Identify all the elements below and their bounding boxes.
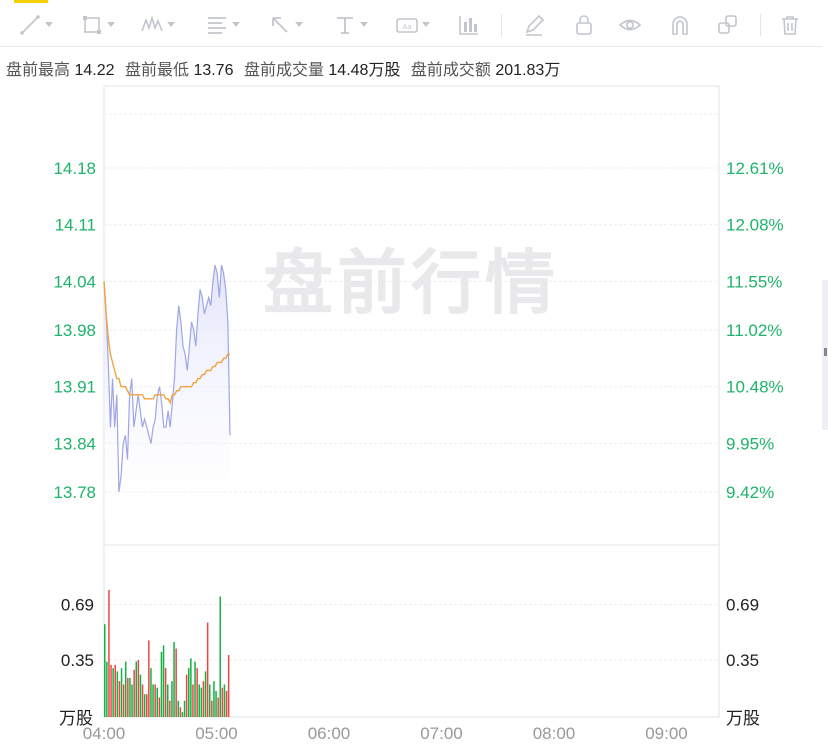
volume-bar xyxy=(198,684,200,717)
volume-bar xyxy=(202,681,205,717)
volume-bar xyxy=(118,681,121,717)
volume-bar xyxy=(196,668,198,717)
volume-bar xyxy=(169,700,171,717)
volume-tick-label-right: 0.69 xyxy=(726,596,759,615)
volume-tick-label-right: 0.35 xyxy=(726,651,759,670)
volume-bar xyxy=(204,671,207,717)
volume-bar xyxy=(225,690,228,717)
volume-bar xyxy=(171,681,173,717)
volume-bar xyxy=(175,648,177,717)
volume-bar xyxy=(221,687,224,717)
volume-bar xyxy=(194,661,196,717)
time-tick-label: 07:00 xyxy=(420,724,463,743)
volume-bar xyxy=(122,684,125,717)
volume-tick-label-left: 0.35 xyxy=(61,651,94,670)
volume-bar xyxy=(139,674,142,717)
volume-bar xyxy=(209,684,211,717)
volume-bar xyxy=(116,671,119,717)
volume-bar xyxy=(104,624,106,717)
volume-bar xyxy=(179,707,182,717)
volume-bar xyxy=(141,684,144,717)
volume-bar xyxy=(183,700,186,717)
premarket-chart[interactable]: 盘前行情 14.18 14.11 14.04 13.98 13.91 13.84 13.78 1… xyxy=(0,0,828,746)
scrollbar-grip[interactable] xyxy=(824,348,827,356)
volume-bar xyxy=(227,655,230,717)
price-tick-label: 13.91 xyxy=(53,378,96,397)
percent-tick-label: 10.48% xyxy=(726,378,784,397)
volume-bar xyxy=(137,660,140,717)
volume-bar xyxy=(108,589,110,717)
volume-bar xyxy=(129,677,131,717)
volume-bar xyxy=(164,668,167,717)
volume-bar xyxy=(152,684,154,717)
price-tick-label: 14.18 xyxy=(53,159,96,178)
volume-bar xyxy=(156,687,158,717)
percent-tick-label: 12.61% xyxy=(726,159,784,178)
volume-bar xyxy=(181,712,184,717)
volume-bar xyxy=(215,690,217,717)
price-tick-label: 13.98 xyxy=(53,321,96,340)
volume-bar xyxy=(223,684,226,717)
volume-bar xyxy=(135,661,137,717)
volume-bar xyxy=(110,664,112,717)
volume-bar xyxy=(154,684,156,717)
time-tick-label: 04:00 xyxy=(83,724,126,743)
volume-bar xyxy=(150,668,152,717)
volume-bar xyxy=(192,684,194,717)
volume-bar xyxy=(219,596,221,717)
volume-tick-label-left: 0.69 xyxy=(61,596,94,615)
percent-tick-label: 9.95% xyxy=(726,434,774,453)
volume-bar xyxy=(106,661,108,717)
time-tick-label: 09:00 xyxy=(645,724,688,743)
volume-unit-right: 万股 xyxy=(726,709,760,728)
volume-bar xyxy=(131,684,133,717)
volume-bar xyxy=(190,658,192,717)
volume-bar xyxy=(185,674,188,717)
volume-bar xyxy=(133,669,135,717)
volume-bar xyxy=(177,700,179,717)
percent-tick-label: 12.08% xyxy=(726,216,784,235)
volume-bar xyxy=(188,668,190,717)
volume-bar xyxy=(167,684,169,717)
volume-bar xyxy=(158,697,161,717)
price-tick-label: 13.84 xyxy=(53,434,96,453)
volume-bar xyxy=(125,661,127,717)
volume-bar xyxy=(213,681,215,717)
watermark: 盘前行情 xyxy=(263,242,559,324)
volume-bar xyxy=(160,651,163,717)
price-tick-label: 14.11 xyxy=(55,216,96,235)
volume-bar xyxy=(206,622,209,717)
volume-bar xyxy=(148,640,150,717)
percent-tick-label: 11.55% xyxy=(726,272,782,291)
volume-bar xyxy=(162,645,165,717)
volume-bar xyxy=(217,697,219,717)
volume-bar xyxy=(112,668,114,717)
volume-bar xyxy=(114,664,116,717)
time-tick-label: 08:00 xyxy=(533,724,576,743)
volume-bar xyxy=(200,687,203,717)
time-tick-label: 05:00 xyxy=(195,724,238,743)
volume-bar xyxy=(127,677,129,717)
volume-bar xyxy=(146,694,148,717)
percent-tick-label: 11.02% xyxy=(726,321,782,340)
price-tick-label: 14.04 xyxy=(53,272,96,291)
volume-bar xyxy=(173,642,175,717)
price-tick-label: 13.78 xyxy=(53,483,96,502)
time-tick-label: 06:00 xyxy=(308,724,351,743)
volume-bar xyxy=(211,700,213,717)
volume-bar xyxy=(120,668,123,717)
percent-tick-label: 9.42% xyxy=(726,483,774,502)
volume-bar xyxy=(143,694,146,717)
